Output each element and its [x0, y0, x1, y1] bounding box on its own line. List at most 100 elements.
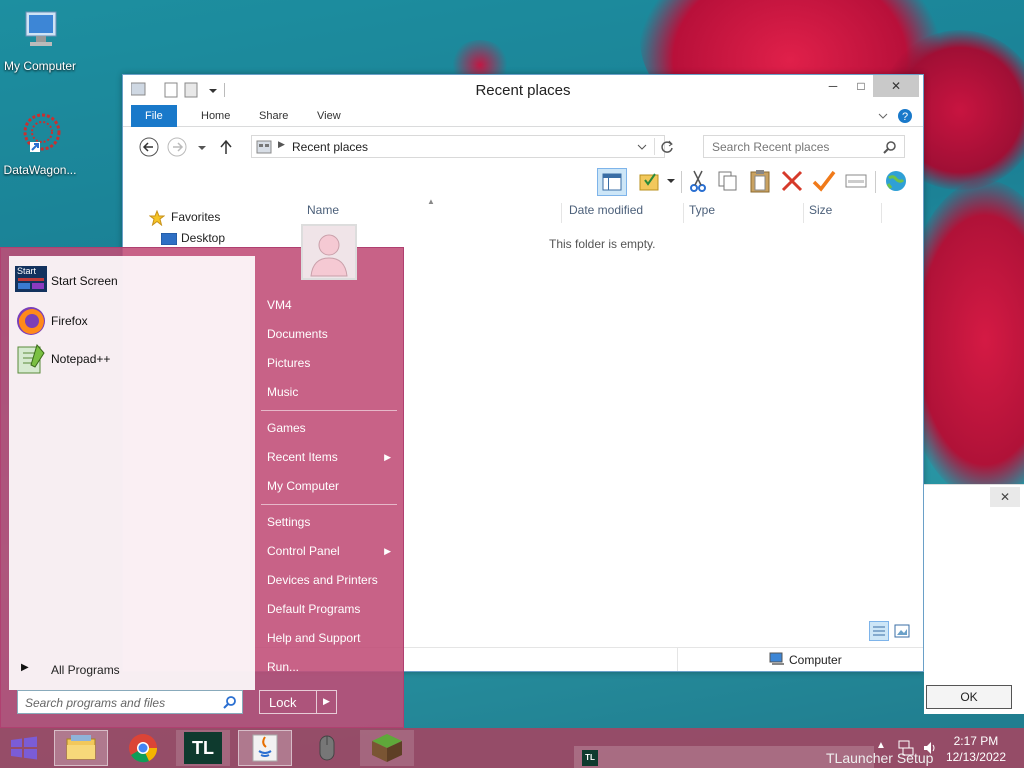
tab-file[interactable]: File: [131, 105, 177, 127]
column-divider[interactable]: [881, 203, 882, 223]
desktop-icon: [161, 233, 177, 245]
dialog-close-button[interactable]: ✕: [990, 487, 1020, 507]
taskbar-tlauncher[interactable]: TL: [176, 730, 230, 766]
delete-icon[interactable]: [779, 168, 805, 194]
minimize-button[interactable]: ─: [819, 75, 847, 97]
all-programs-label: All Programs: [51, 663, 120, 677]
refresh-icon[interactable]: [660, 140, 674, 154]
lock-options-arrow-icon[interactable]: ▶: [323, 696, 330, 707]
column-divider[interactable]: [803, 203, 804, 223]
chevron-down-icon[interactable]: [665, 175, 677, 187]
setup-dialog: ✕ OK: [924, 484, 1024, 714]
ok-button[interactable]: OK: [926, 685, 1012, 709]
address-row: ▶ Recent places Search Recent places: [123, 135, 923, 161]
mail-icon[interactable]: [843, 168, 869, 194]
start-item-music[interactable]: Music: [267, 385, 298, 399]
close-button[interactable]: ✕: [873, 75, 919, 97]
large-icons-view-icon[interactable]: [894, 623, 910, 639]
nav-item-desktop[interactable]: Desktop: [131, 228, 291, 249]
tab-home[interactable]: Home: [187, 105, 244, 127]
preview-pane-icon: [602, 173, 622, 191]
start-item-documents[interactable]: Documents: [267, 327, 328, 341]
title-bar[interactable]: Recent places ─ □ ✕: [123, 75, 923, 105]
start-item-recent-items[interactable]: Recent Items: [267, 450, 338, 464]
globe-icon[interactable]: [883, 168, 909, 194]
start-item-devices-and-printers[interactable]: Devices and Printers: [267, 573, 378, 587]
tab-share[interactable]: Share: [245, 105, 302, 127]
start-item-vm4[interactable]: VM4: [267, 298, 292, 312]
maximize-button[interactable]: □: [847, 75, 875, 97]
pinned-label: Notepad++: [51, 352, 111, 366]
forward-icon[interactable]: [167, 137, 187, 157]
desktop-icon-label: My Computer: [3, 59, 77, 73]
java-icon: [252, 734, 278, 762]
show-hidden-icons-icon[interactable]: ▲: [876, 740, 886, 751]
view-details-button[interactable]: [869, 621, 889, 641]
taskbar-chrome[interactable]: [116, 730, 170, 766]
address-bar[interactable]: ▶ Recent places: [251, 135, 673, 158]
up-arrow-icon[interactable]: [219, 139, 233, 155]
folder-icon: [66, 735, 96, 760]
start-item-pictures[interactable]: Pictures: [267, 356, 310, 370]
column-divider[interactable]: [561, 203, 562, 223]
start-button[interactable]: [0, 730, 48, 766]
start-item-games[interactable]: Games: [267, 421, 306, 435]
cut-icon[interactable]: [685, 168, 711, 194]
ribbon-tabs: File Home Share View ?: [123, 105, 923, 127]
all-programs-button[interactable]: ▶ All Programs: [15, 656, 249, 682]
properties-folder-icon[interactable]: [637, 168, 663, 194]
pinned-firefox[interactable]: Firefox: [15, 304, 249, 338]
mouse-icon: [319, 735, 335, 761]
rename-check-icon[interactable]: [811, 168, 837, 194]
start-search-input[interactable]: Search programs and files: [17, 690, 243, 714]
search-icon[interactable]: [223, 695, 237, 709]
desktop-icon-datawagon[interactable]: DataWagon...: [0, 112, 80, 177]
paste-icon[interactable]: [747, 168, 773, 194]
play-arrow-icon: ▶: [21, 662, 29, 673]
taskbar-minecraft[interactable]: [360, 730, 414, 766]
tab-view[interactable]: View: [303, 105, 355, 127]
start-menu-places-pane: VM4 Documents Pictures Music Games Recen…: [257, 224, 403, 727]
pinned-notepad-plus-plus[interactable]: Notepad++: [15, 342, 249, 376]
start-item-my-computer[interactable]: My Computer: [267, 479, 339, 493]
desktop-icon-my-computer[interactable]: My Computer: [0, 8, 80, 73]
column-divider[interactable]: [683, 203, 684, 223]
chrome-icon: [129, 734, 158, 763]
recent-locations-chevron-icon[interactable]: [197, 143, 207, 153]
start-item-control-panel[interactable]: Control Panel: [267, 544, 340, 558]
back-icon[interactable]: [139, 137, 159, 157]
network-icon[interactable]: [898, 740, 914, 756]
start-item-help-and-support[interactable]: Help and Support: [267, 631, 360, 645]
preview-pane-button[interactable]: [597, 168, 627, 196]
taskbar-file-explorer[interactable]: [54, 730, 108, 766]
start-screen-icon: Start: [15, 266, 47, 292]
column-header-size[interactable]: Size: [809, 203, 832, 217]
column-header-type[interactable]: Type: [689, 203, 715, 217]
search-icon[interactable]: [883, 140, 897, 154]
column-header-name[interactable]: Name: [307, 203, 339, 217]
details-view-icon: [873, 626, 885, 636]
start-item-run[interactable]: Run...: [267, 660, 299, 674]
tl-icon: TL: [184, 732, 222, 764]
pinned-start-screen[interactable]: Start Start Screen: [15, 264, 249, 298]
lock-button[interactable]: Lock ▶: [259, 690, 337, 714]
search-input[interactable]: Search Recent places: [703, 135, 905, 158]
copy-icon[interactable]: [715, 168, 741, 194]
column-header-date-modified[interactable]: Date modified: [569, 203, 643, 217]
system-clock[interactable]: 2:17 PM 12/13/2022: [946, 733, 1006, 765]
volume-icon[interactable]: [922, 740, 938, 756]
taskbar-mouse-app[interactable]: [300, 730, 354, 766]
chevron-down-icon[interactable]: [877, 110, 889, 122]
user-avatar[interactable]: [301, 224, 357, 280]
address-dropdown-icon[interactable]: [636, 142, 648, 152]
taskbar-java[interactable]: [238, 730, 292, 766]
clock-time: 2:17 PM: [953, 734, 999, 748]
nav-item-favorites[interactable]: Favorites: [131, 207, 291, 228]
status-location: Computer: [789, 653, 842, 667]
help-icon[interactable]: ?: [897, 108, 913, 124]
start-item-settings[interactable]: Settings: [267, 515, 310, 529]
start-item-default-programs[interactable]: Default Programs: [267, 602, 360, 616]
taskbar-tlauncher-setup[interactable]: TL TLauncher Setup: [574, 746, 933, 768]
windows-logo-icon: [11, 736, 37, 760]
window-title: Recent places: [475, 82, 571, 99]
